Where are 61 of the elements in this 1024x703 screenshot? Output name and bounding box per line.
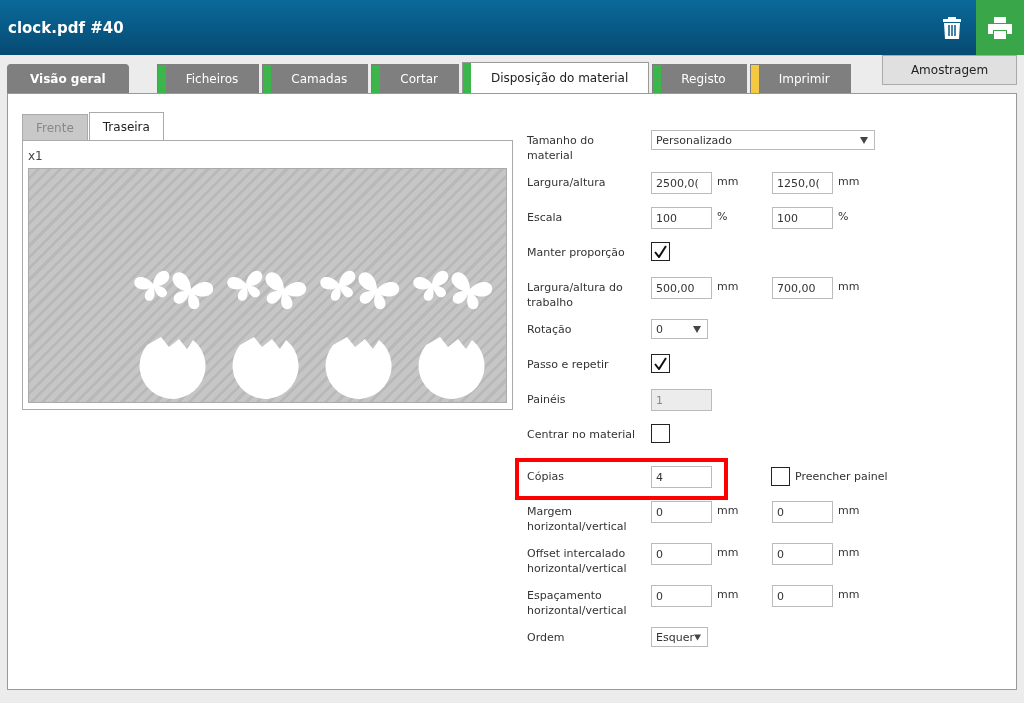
field-label: Ordem	[527, 630, 566, 645]
input-field[interactable]: 0	[651, 585, 712, 607]
caret-icon	[693, 633, 701, 641]
input-field[interactable]: 0	[651, 501, 712, 523]
field-label: Painéis	[527, 392, 567, 407]
input-field[interactable]: 0	[772, 543, 833, 565]
input-field[interactable]: 0	[772, 585, 833, 607]
field-label: Largura/altura do trabalho	[527, 280, 624, 310]
unit-label: mm	[716, 279, 740, 293]
input-field[interactable]: 100	[772, 207, 833, 229]
field-label: Centrar no material	[527, 427, 637, 442]
field-label: Manter proporção	[527, 245, 626, 260]
unit-label: mm	[837, 545, 861, 559]
unit-label: mm	[837, 587, 861, 601]
field-label: Margem horizontal/vertical	[527, 504, 628, 534]
input-field[interactable]: 2500,0(	[651, 172, 712, 194]
checkbox[interactable]	[651, 424, 670, 443]
input-field[interactable]: 0	[772, 501, 833, 523]
checkbox[interactable]	[771, 467, 790, 486]
input-field[interactable]: 100	[651, 207, 712, 229]
field-label: Escala	[527, 210, 564, 225]
dropdown[interactable]: Esquer	[651, 627, 708, 647]
input-field[interactable]: 500,00	[651, 277, 712, 299]
input-field[interactable]: 700,00	[772, 277, 833, 299]
tab[interactable]: Visão geral	[7, 64, 129, 93]
tab[interactable]: Disposição do material	[461, 62, 650, 93]
tab[interactable]: Cortar	[371, 64, 459, 93]
field-label: Espaçamento horizontal/vertical	[527, 588, 628, 618]
field-label: Largura/altura	[527, 175, 607, 190]
dropdown[interactable]: 0	[651, 319, 708, 339]
sample-button[interactable]: Amostragem	[882, 55, 1017, 85]
unit-label: %	[837, 209, 850, 223]
unit-label: mm	[716, 545, 740, 559]
unit-label: mm	[716, 503, 740, 517]
unit-label: mm	[716, 174, 740, 188]
tab[interactable]: Imprimir	[749, 64, 851, 93]
field-label: Passo e repetir	[527, 357, 610, 372]
checkbox-label: Preencher painel	[795, 470, 888, 483]
input-field[interactable]: 0	[651, 543, 712, 565]
unit-label: mm	[837, 279, 861, 293]
field-label: Rotação	[527, 322, 573, 337]
caret-icon	[860, 136, 868, 144]
document-title: clock.pdf #40	[7, 18, 125, 37]
field-label: Cópias	[527, 469, 565, 484]
tab[interactable]: Ficheiros	[156, 64, 260, 93]
caret-icon	[693, 325, 701, 333]
field-label: Tamanho do material	[527, 133, 595, 163]
trash-icon	[942, 15, 962, 40]
tab[interactable]: Registo	[652, 64, 747, 93]
printer-icon	[988, 16, 1012, 39]
input-field[interactable]: 4	[651, 466, 712, 488]
dropdown[interactable]: Personalizado	[651, 130, 875, 150]
unit-label: mm	[716, 587, 740, 601]
copy-count: x1	[28, 149, 44, 163]
field-label: Offset intercalado horizontal/vertical	[527, 546, 628, 576]
tab[interactable]: Traseira	[88, 112, 164, 140]
input-field[interactable]: 1250,0(	[772, 172, 833, 194]
unit-label: %	[716, 209, 729, 223]
unit-label: mm	[837, 503, 861, 517]
unit-label: mm	[837, 174, 861, 188]
tab[interactable]: Camadas	[262, 64, 369, 93]
